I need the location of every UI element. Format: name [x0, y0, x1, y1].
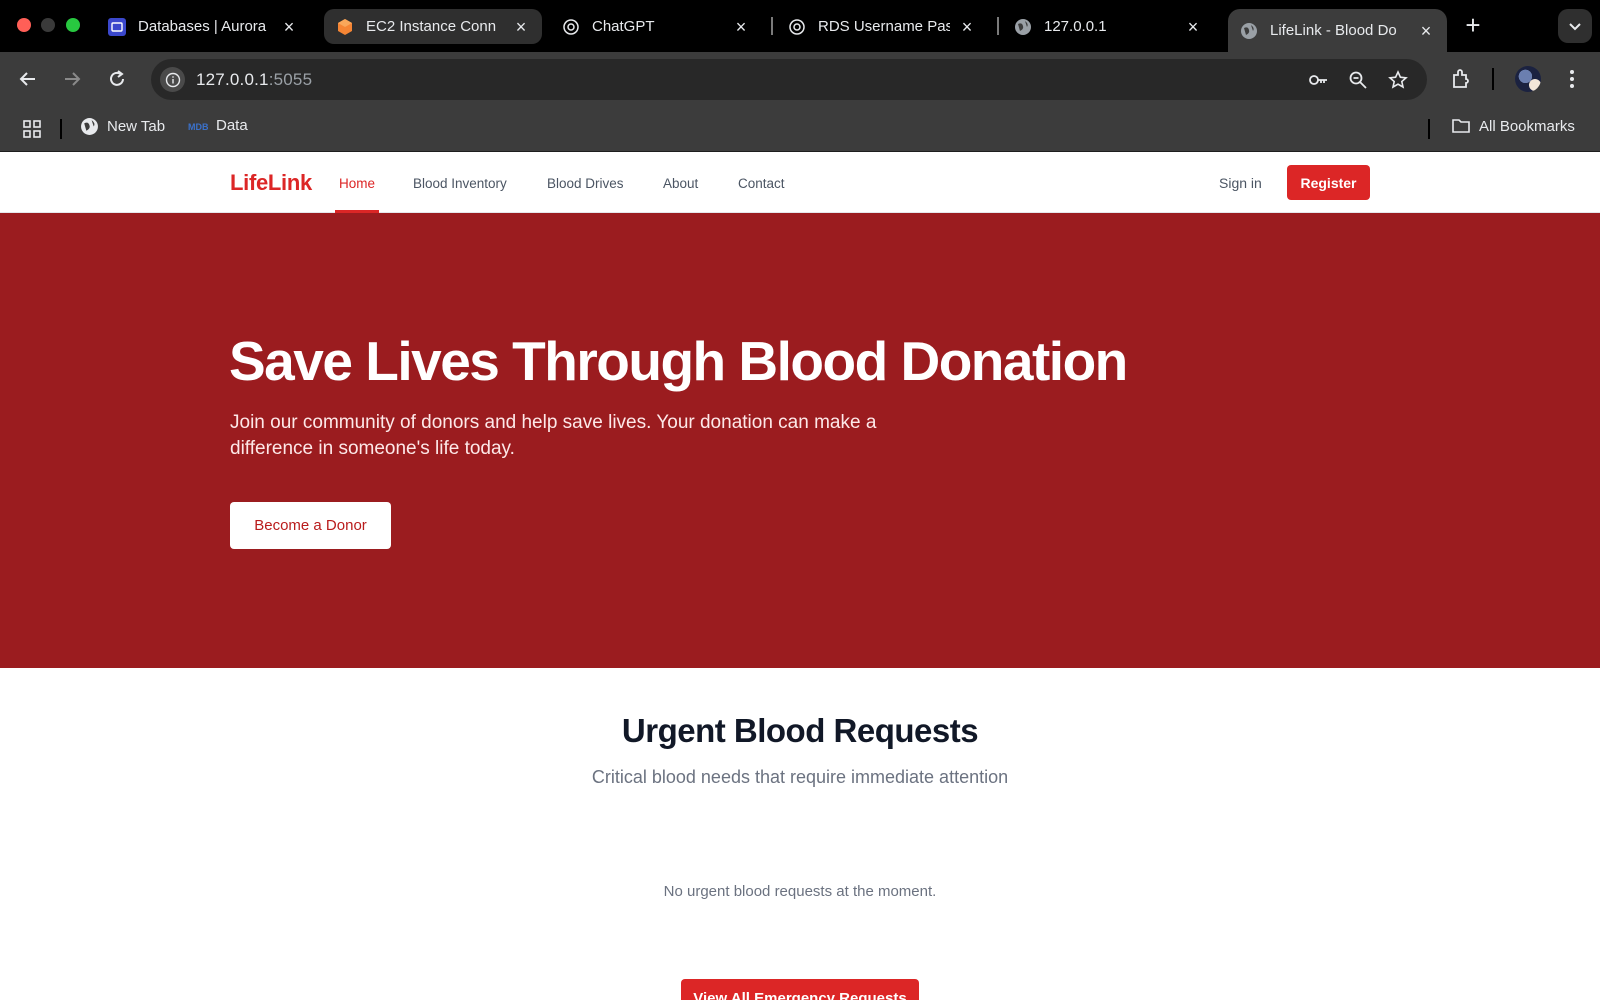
close-icon[interactable]: ×	[1184, 18, 1202, 36]
nav-link-contact[interactable]: Contact	[738, 176, 785, 191]
aws-rds-icon	[108, 17, 126, 36]
bookmarks-separator	[1428, 119, 1430, 139]
hero-section: Save Lives Through Blood Donation Join o…	[0, 213, 1600, 668]
site-navbar: LifeLink Home Blood Inventory Blood Driv…	[0, 152, 1600, 213]
site-logo[interactable]: LifeLink	[230, 170, 312, 196]
nav-link-blood-drives[interactable]: Blood Drives	[547, 176, 624, 191]
all-bookmarks-button[interactable]: All Bookmarks	[1451, 117, 1575, 135]
chatgpt-icon	[788, 18, 806, 36]
close-icon[interactable]: ×	[958, 18, 976, 36]
all-bookmarks-label: All Bookmarks	[1479, 117, 1575, 135]
urgent-requests-subtitle: Critical blood needs that require immedi…	[591, 767, 1009, 787]
bookmark-data[interactable]: MDB Data	[188, 117, 248, 134]
close-icon[interactable]: ×	[512, 18, 530, 36]
apps-grid-icon	[23, 120, 41, 138]
browser-tab-ec2[interactable]: EC2 Instance Conn ×	[324, 9, 542, 44]
zoom-icon[interactable]	[1347, 69, 1369, 91]
window-maximize-button[interactable]	[66, 18, 80, 32]
close-icon[interactable]: ×	[732, 18, 750, 36]
chatgpt-icon	[562, 18, 580, 36]
hero-title: Save Lives Through Blood Donation	[229, 330, 1128, 392]
window-close-button[interactable]	[17, 18, 31, 32]
browser-tab-localhost[interactable]: 127.0.0.1 ×	[1002, 9, 1214, 44]
tab-separator	[771, 17, 773, 35]
reload-button[interactable]	[104, 66, 130, 92]
urgent-requests-title: Urgent Blood Requests	[621, 712, 979, 749]
become-donor-button[interactable]: Become a Donor	[230, 502, 391, 549]
extensions-icon[interactable]	[1448, 66, 1474, 92]
reload-icon	[110, 70, 124, 86]
new-tab-button[interactable]: +	[1460, 12, 1486, 38]
browser-tab-rds-username[interactable]: RDS Username Pas ×	[776, 9, 988, 44]
tab-title: LifeLink - Blood Do	[1270, 22, 1397, 39]
chevron-down-icon	[1569, 23, 1581, 31]
apps-grid-button[interactable]	[22, 119, 42, 139]
tab-title: Databases | Aurora	[138, 18, 267, 35]
toolbar-separator	[1492, 68, 1494, 90]
browser-tab-chatgpt[interactable]: ChatGPT ×	[550, 9, 762, 44]
tab-separator	[997, 17, 999, 35]
browser-tab-bar: Databases | Aurora × EC2 Instance Conn ×…	[0, 0, 1600, 52]
site-info-icon[interactable]	[160, 67, 185, 92]
sign-in-link[interactable]: Sign in	[1219, 175, 1262, 191]
browser-tab-lifelink[interactable]: LifeLink - Blood Do ×	[1228, 9, 1447, 52]
url-text[interactable]: 127.0.0.1:5055	[196, 70, 312, 90]
arrow-right-icon	[65, 72, 81, 86]
bookmarks-bar: New Tab MDB Data All Bookmarks	[0, 105, 1600, 152]
url-host: 127.0.0.1	[196, 70, 269, 89]
svg-text:MDB: MDB	[188, 122, 208, 132]
tab-title: EC2 Instance Conn	[366, 18, 497, 35]
bookmark-label: New Tab	[107, 118, 166, 135]
nav-link-about[interactable]: About	[663, 176, 698, 191]
address-bar[interactable]: 127.0.0.1:5055	[151, 59, 1427, 100]
nav-link-blood-inventory[interactable]: Blood Inventory	[413, 176, 507, 191]
profile-avatar[interactable]	[1515, 66, 1541, 92]
browser-toolbar: 127.0.0.1:5055	[0, 52, 1600, 105]
globe-icon	[1014, 18, 1032, 36]
tab-title: RDS Username Pas	[818, 18, 950, 35]
arrow-left-icon	[19, 72, 35, 86]
page-viewport: LifeLink Home Blood Inventory Blood Driv…	[0, 152, 1600, 1000]
window-minimize-button[interactable]	[41, 18, 55, 32]
mdb-icon: MDB	[188, 120, 208, 132]
forward-button[interactable]	[59, 66, 85, 92]
tab-search-button[interactable]	[1558, 9, 1592, 43]
bookmark-new-tab[interactable]: New Tab	[80, 117, 165, 136]
close-icon[interactable]: ×	[1417, 22, 1435, 40]
view-emergency-requests-button[interactable]: View All Emergency Requests	[681, 979, 919, 1000]
bookmark-star-icon[interactable]	[1387, 69, 1409, 91]
url-port: :5055	[268, 70, 313, 89]
tab-title: 127.0.0.1	[1044, 18, 1107, 35]
browser-tab-databases[interactable]: Databases | Aurora ×	[96, 9, 310, 44]
register-button[interactable]: Register	[1287, 165, 1370, 200]
aws-ec2-icon	[336, 18, 354, 36]
back-button[interactable]	[15, 66, 41, 92]
tab-title: ChatGPT	[592, 18, 655, 35]
bookmark-label: Data	[216, 117, 248, 134]
browser-menu-icon[interactable]	[1559, 66, 1585, 92]
nav-link-home[interactable]: Home	[339, 176, 375, 191]
password-key-icon[interactable]	[1307, 69, 1329, 91]
hero-subtitle: Join our community of donors and help sa…	[230, 412, 877, 459]
close-icon[interactable]: ×	[280, 18, 298, 36]
folder-icon	[1451, 117, 1471, 135]
globe-icon	[80, 117, 99, 136]
globe-icon	[1240, 22, 1258, 40]
bookmarks-separator	[60, 119, 62, 139]
urgent-requests-empty-message: No urgent blood requests at the moment.	[663, 883, 937, 900]
